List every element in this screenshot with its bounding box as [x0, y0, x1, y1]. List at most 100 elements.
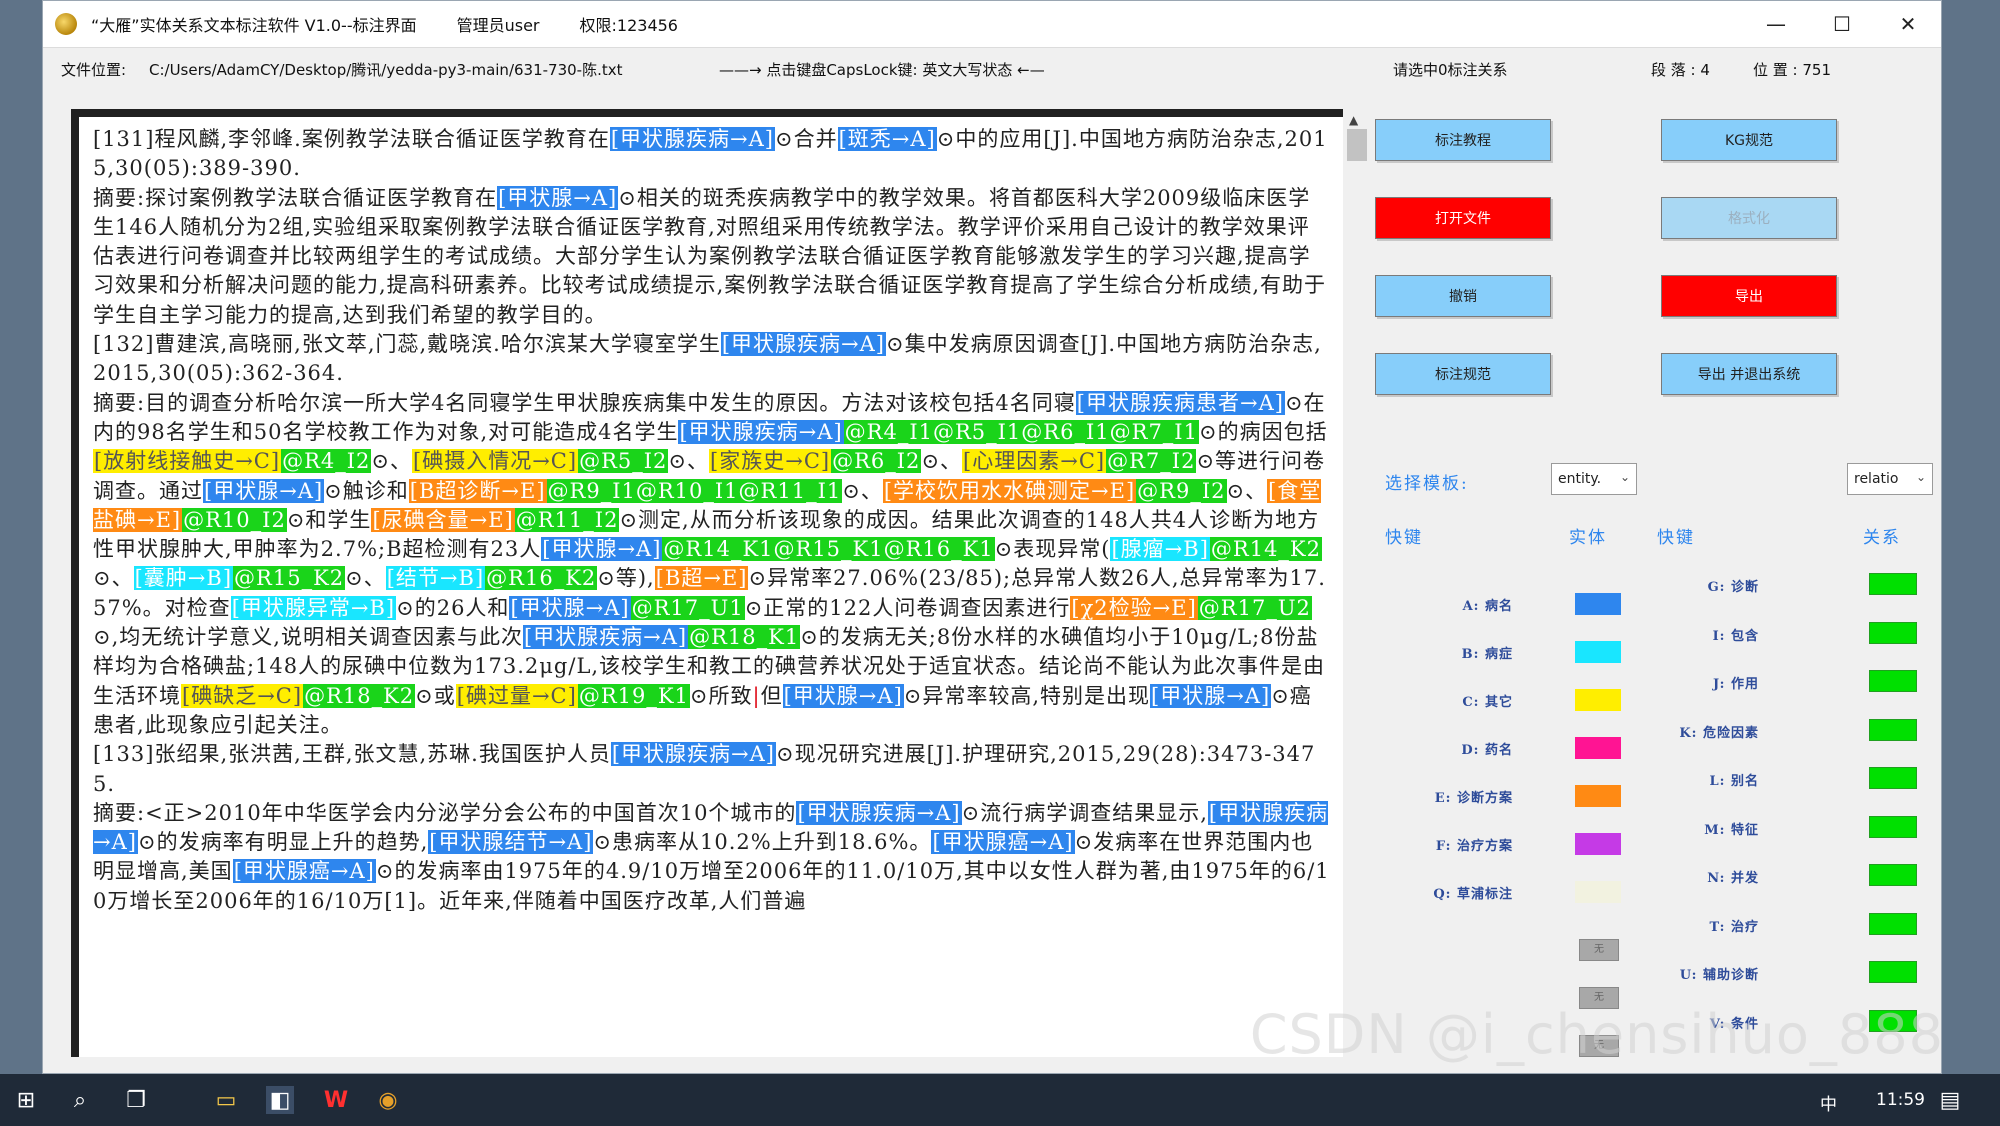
text-segment[interactable]: ⊙表现异常( — [995, 537, 1111, 561]
text-segment[interactable]: ⊙、 — [921, 449, 962, 473]
tutorial-button[interactable]: 标注教程 — [1375, 119, 1551, 161]
relation-color-swatch[interactable] — [1869, 573, 1917, 595]
text-segment[interactable]: 但 — [761, 684, 783, 708]
relation-color-swatch[interactable] — [1869, 767, 1917, 789]
entity-tag[interactable]: @R18_K1 — [688, 625, 801, 650]
entity-tag[interactable]: [甲状腺疾病→A] — [522, 625, 689, 650]
notification-icon[interactable]: ▤ — [1936, 1086, 1964, 1114]
maximize-button[interactable]: ☐ — [1809, 1, 1875, 47]
entity-tag[interactable]: @R5_I2 — [578, 449, 669, 474]
text-segment[interactable]: ⊙、 — [371, 449, 412, 473]
entity-tag[interactable]: [甲状腺疾病→A] — [609, 127, 775, 151]
relation-color-swatch[interactable] — [1869, 621, 1917, 644]
relation-color-swatch[interactable] — [1869, 912, 1917, 935]
entity-tag[interactable]: [碘摄入情况→C] — [412, 449, 579, 474]
text-segment[interactable]: 摘要:探讨案例教学法联合循证医学教育在 — [93, 186, 497, 210]
relation-color-swatch[interactable] — [1869, 961, 1917, 983]
entity-tag[interactable]: [甲状腺→A] — [203, 478, 325, 503]
text-segment[interactable]: 摘要:目的调查分析哈尔滨一所大学4名同寝学生甲状腺疾病集中发生的原因。方法对该校… — [93, 391, 1076, 415]
text-scrollbar[interactable]: ▲ — [1343, 109, 1371, 1057]
entity-tag[interactable]: @R6_I2 — [831, 449, 922, 474]
entity-tag[interactable]: [甲状腺疾病患者→A] — [1075, 390, 1285, 415]
entity-color-swatch[interactable] — [1575, 737, 1621, 759]
entity-tag[interactable]: [甲状腺疾病→A] — [610, 742, 776, 767]
wps-icon[interactable]: W — [322, 1086, 350, 1114]
python-app-icon[interactable]: ◉ — [374, 1086, 402, 1114]
text-segment[interactable]: ⊙、 — [842, 479, 883, 503]
entity-tag[interactable]: [心理因素→C] — [962, 449, 1107, 474]
text-segment[interactable]: ⊙、 — [668, 449, 709, 473]
entity-tag[interactable]: [放射线接触史→C] — [93, 449, 282, 474]
entity-tag[interactable]: [甲状腺→A] — [782, 683, 904, 708]
entity-tag[interactable]: @R16_K2 — [485, 566, 598, 591]
text-segment[interactable]: [133]张绍果,张洪茜,王群,张文慧,苏琳.我国医护人员 — [93, 742, 611, 766]
text-segment[interactable]: ⊙和学生 — [287, 508, 372, 532]
text-segment[interactable]: ⊙合并 — [775, 127, 838, 151]
entity-tag[interactable]: @R9_I2 — [1136, 478, 1227, 503]
entity-color-swatch[interactable] — [1575, 833, 1621, 855]
text-segment[interactable]: ⊙的26人和 — [396, 596, 509, 620]
entity-tag[interactable]: [甲状腺结节→A] — [428, 830, 594, 855]
text-segment[interactable]: ⊙触诊和 — [324, 479, 409, 503]
text-segment[interactable]: ⊙患病率从10.2%上升到18.6%。 — [593, 830, 931, 854]
entity-tag[interactable]: [尿碘含量→E] — [371, 507, 515, 532]
entity-tag[interactable]: @R18_K2 — [303, 683, 416, 708]
entity-tag[interactable]: [碘过量→C] — [455, 683, 578, 708]
relation-color-swatch[interactable] — [1869, 718, 1917, 741]
entity-tag[interactable]: @R19_K1 — [577, 683, 690, 708]
text-segment[interactable]: ⊙的发病率有明显上升的趋势, — [138, 830, 428, 854]
text-segment[interactable]: ⊙、 — [1227, 479, 1268, 503]
entity-tag[interactable]: @R7_I2 — [1106, 449, 1197, 474]
format-button[interactable]: 格式化 — [1661, 197, 1837, 239]
windows-start-icon[interactable]: ⊞ — [12, 1086, 40, 1114]
entity-tag[interactable]: [甲状腺疾病→A] — [720, 332, 886, 357]
text-segment[interactable]: 摘要:<正>2010年中华医学会内分泌学分会公布的中国首次10个城市的 — [93, 801, 796, 825]
text-segment[interactable]: ⊙异常率较高,特别是出现 — [904, 684, 1150, 708]
entity-tag[interactable]: [结节→B] — [385, 566, 486, 591]
text-segment[interactable]: ⊙、 — [93, 566, 134, 590]
minimize-button[interactable]: — — [1743, 1, 1809, 47]
entity-color-swatch[interactable] — [1575, 881, 1621, 903]
entity-color-swatch[interactable] — [1575, 689, 1621, 711]
entity-tag[interactable]: [甲状腺→A] — [541, 537, 663, 562]
search-icon[interactable]: ⌕ — [66, 1086, 94, 1114]
text-segment[interactable]: ⊙正常的122人问卷调查因素进行 — [745, 596, 1071, 620]
entity-tag[interactable]: [甲状腺癌→A] — [232, 859, 376, 884]
text-segment[interactable]: [132]曹建滨,高晓丽,张文萃,门蕊,戴晓滨.哈尔滨某大学寝室学生 — [93, 332, 721, 356]
entity-tag[interactable]: [甲状腺→A] — [1150, 683, 1272, 708]
entity-tag[interactable]: @R11_I2 — [514, 507, 620, 532]
entity-tag[interactable]: [家族史→C] — [709, 449, 832, 474]
entity-tag[interactable]: [甲状腺→A] — [509, 595, 631, 620]
text-segment[interactable]: ⊙等), — [597, 566, 654, 590]
relation-color-swatch[interactable] — [1869, 864, 1917, 886]
ime-indicator[interactable]: 中 — [1820, 1090, 1837, 1115]
entity-tag[interactable]: @R17_U2 — [1197, 595, 1312, 620]
entity-tag[interactable]: [B超诊断→E] — [408, 478, 547, 503]
scroll-up-icon[interactable]: ▲ — [1349, 113, 1358, 127]
relation-color-swatch[interactable] — [1869, 815, 1917, 838]
text-segment[interactable]: [131]程风麟,李邻峰.案例教学法联合循证医学教育在 — [93, 127, 610, 151]
export-button[interactable]: 导出 — [1661, 275, 1837, 317]
text-segment[interactable]: ⊙的病因包括 — [1199, 420, 1328, 444]
text-segment[interactable]: ⊙、 — [345, 566, 386, 590]
spec-button[interactable]: 标注规范 — [1375, 353, 1551, 395]
export-exit-button[interactable]: 导出 并退出系统 — [1661, 353, 1837, 395]
entity-tag[interactable]: @R9_I1@R10_I1@R11_I1 — [546, 478, 843, 503]
entity-tag[interactable]: [甲状腺疾病→A] — [678, 419, 844, 444]
app-taskbar-icon[interactable]: ◧ — [266, 1086, 294, 1114]
entity-color-swatch[interactable] — [1575, 785, 1621, 807]
text-segment[interactable]: ⊙或 — [415, 684, 456, 708]
entity-tag[interactable]: @R14_K1@R15_K1@R16_K1 — [662, 537, 995, 562]
entity-tag[interactable]: [囊肿→B] — [133, 566, 234, 591]
annotation-text-area[interactable]: [131]程风麟,李邻峰.案例教学法联合循证医学教育在[甲状腺疾病→A]⊙合并[… — [71, 109, 1343, 1057]
relation-color-swatch[interactable] — [1869, 670, 1917, 692]
kg-spec-button[interactable]: KG规范 — [1661, 119, 1837, 161]
entity-tag[interactable]: @R15_K2 — [233, 566, 346, 591]
entity-color-swatch[interactable] — [1575, 593, 1621, 615]
file-explorer-icon[interactable]: ▭ — [212, 1086, 240, 1114]
empty-entity-slot[interactable]: 无 — [1579, 939, 1619, 961]
close-button[interactable]: ✕ — [1875, 1, 1941, 47]
undo-button[interactable]: 撤销 — [1375, 275, 1551, 317]
entity-tag[interactable]: [甲状腺疾病→A] — [796, 800, 962, 825]
entity-tag[interactable]: @R4_I2 — [281, 449, 372, 474]
